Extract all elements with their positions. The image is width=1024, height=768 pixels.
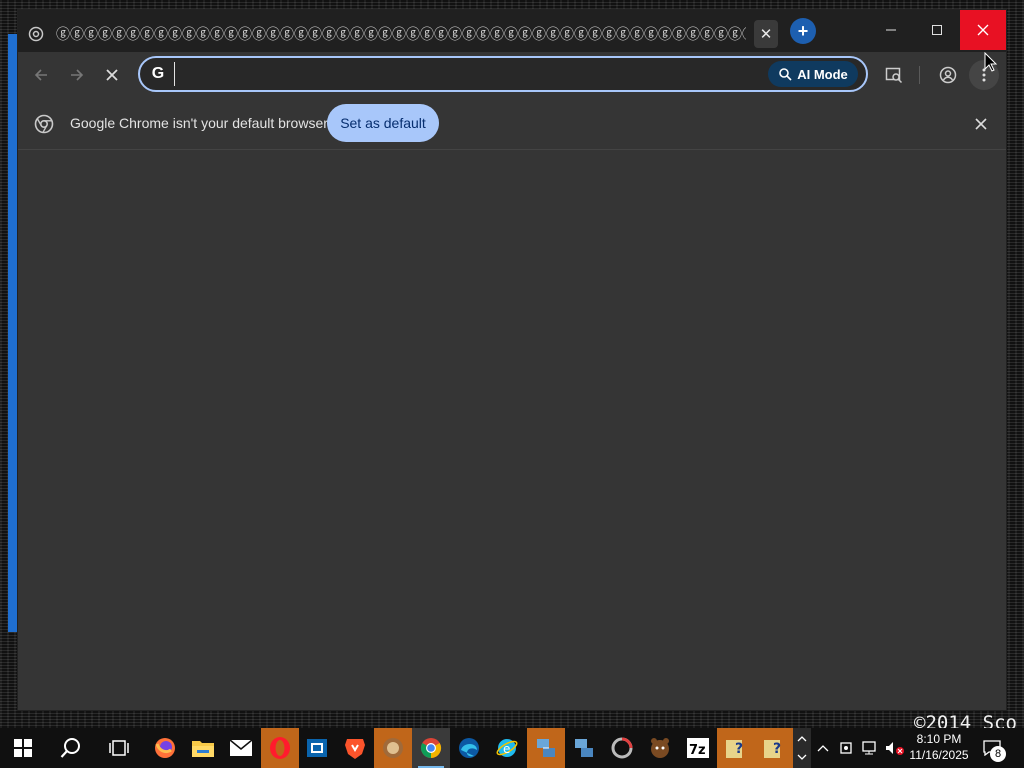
edge-icon	[459, 738, 479, 758]
network-icon	[862, 741, 876, 755]
firefox-icon	[155, 738, 175, 758]
chrome-icon	[34, 114, 54, 134]
fnaf-app[interactable]	[641, 728, 679, 768]
app-icon-2	[611, 737, 633, 759]
7zip-icon: 7z	[687, 738, 709, 758]
opera-app[interactable]	[261, 728, 299, 768]
google-lens-button[interactable]	[879, 60, 909, 90]
arrow-left-icon	[34, 69, 47, 81]
ai-mode-button[interactable]: AI Mode	[768, 61, 858, 87]
ai-search-icon	[779, 68, 792, 81]
mouse-cursor-icon	[984, 52, 998, 72]
stop-icon	[106, 69, 118, 81]
opera-icon	[270, 737, 290, 759]
pinned-app-2[interactable]	[603, 728, 641, 768]
clock-time: 8:10 PM	[916, 732, 962, 746]
chrome-icon	[420, 738, 442, 759]
tab-title: ⓖⓖⓖⓖⓖⓖⓖⓖⓖⓖⓖⓖⓖⓖⓖⓖⓖⓖⓖⓖⓖⓖⓖⓖⓖⓖⓖⓖⓖⓖⓖⓖⓖⓖⓖⓖⓖⓖⓖⓖ…	[56, 26, 746, 42]
tab-active[interactable]: ⓖⓖⓖⓖⓖⓖⓖⓖⓖⓖⓖⓖⓖⓖⓖⓖⓖⓖⓖⓖⓖⓖⓖⓖⓖⓖⓖⓖⓖⓖⓖⓖⓖⓖⓖⓖⓖⓖⓖⓖ…	[18, 16, 780, 52]
maximize-button[interactable]	[914, 10, 960, 50]
chrome-app[interactable]	[412, 728, 450, 768]
ie-icon: e	[496, 739, 518, 757]
svg-text:7z: 7z	[689, 743, 706, 758]
tab-close-button[interactable]: ✕	[754, 20, 778, 48]
tray-clock[interactable]: 8:10 PM 11/16/2025	[908, 731, 970, 763]
7zip-app[interactable]: 7z	[679, 728, 717, 768]
close-icon	[977, 24, 989, 36]
show-hidden-icons-button[interactable]	[813, 738, 833, 758]
help-app-2[interactable]: ?	[755, 728, 793, 768]
arrow-right-icon	[71, 69, 84, 81]
help-icon-2: ?	[764, 740, 781, 758]
infobar-close-button[interactable]	[969, 112, 993, 136]
taskbar: e 7z ? ? 8:10 PM 11/16/2025 8	[0, 728, 1024, 768]
network-app[interactable]	[527, 728, 565, 768]
close-icon	[975, 118, 987, 130]
chevron-updown-icon	[797, 736, 807, 760]
fnaf-icon	[651, 738, 669, 758]
minimize-icon	[886, 29, 896, 31]
new-tab-button[interactable]: +	[790, 18, 816, 44]
brave-icon	[345, 739, 365, 759]
outlook-app[interactable]	[298, 728, 336, 768]
tray-app-button[interactable]	[837, 738, 857, 758]
network-tray-button[interactable]	[861, 738, 881, 758]
clock-date: 11/16/2025	[909, 748, 969, 762]
page-content[interactable]	[18, 151, 1006, 710]
network-app-icon-2	[575, 739, 593, 757]
default-browser-infobar: Google Chrome isn't your default browser…	[18, 98, 1006, 150]
svg-text:?: ?	[735, 741, 743, 757]
stop-loading-button[interactable]	[97, 60, 127, 90]
lens-search-icon	[885, 67, 903, 84]
toolbar-divider	[919, 66, 920, 84]
mail-app[interactable]	[222, 728, 260, 768]
task-view-button[interactable]	[100, 728, 138, 768]
file-explorer-app[interactable]	[184, 728, 222, 768]
close-window-button[interactable]	[960, 10, 1006, 50]
edge-app[interactable]	[450, 728, 488, 768]
minimize-button[interactable]	[868, 10, 914, 50]
outlook-icon	[307, 739, 327, 757]
address-bar[interactable]: G AI Mode	[138, 56, 868, 92]
search-button[interactable]	[52, 728, 90, 768]
mail-icon	[229, 739, 253, 756]
ai-mode-label: AI Mode	[797, 66, 848, 82]
set-as-default-button[interactable]: Set as default	[327, 104, 439, 142]
file-explorer-icon	[192, 741, 214, 757]
network-app-2[interactable]	[565, 728, 603, 768]
tray-app-icon	[840, 742, 852, 754]
tab-strip: ⓖⓖⓖⓖⓖⓖⓖⓖⓖⓖⓖⓖⓖⓖⓖⓖⓖⓖⓖⓖⓖⓖⓖⓖⓖⓖⓖⓖⓖⓖⓖⓖⓖⓖⓖⓖⓖⓖⓖⓖ…	[18, 10, 1006, 52]
back-button[interactable]	[26, 60, 56, 90]
search-icon	[60, 738, 80, 758]
profile-icon	[939, 66, 957, 84]
taskbar-scroll[interactable]	[793, 728, 811, 768]
maximize-icon	[932, 25, 942, 35]
windows-start-icon	[14, 739, 32, 757]
firefox-app[interactable]	[146, 728, 184, 768]
address-input[interactable]	[174, 62, 754, 86]
task-view-icon	[109, 740, 129, 756]
browser-toolbar: G AI Mode	[18, 52, 1006, 98]
google-icon: G	[151, 65, 165, 82]
notification-count-badge: 8	[990, 746, 1006, 762]
forward-button[interactable]	[62, 60, 92, 90]
chevron-up-icon	[817, 745, 829, 752]
background-window-edge	[8, 34, 18, 632]
start-button[interactable]	[4, 728, 42, 768]
tab-favicon-icon	[28, 26, 44, 42]
pinned-app-1[interactable]	[374, 728, 412, 768]
internet-explorer-app[interactable]: e	[488, 728, 526, 768]
help-icon: ?	[726, 740, 743, 758]
profile-button[interactable]	[933, 60, 963, 90]
network-app-icon	[537, 739, 555, 757]
help-app[interactable]: ?	[717, 728, 755, 768]
infobar-message: Google Chrome isn't your default browser	[70, 115, 328, 131]
brave-app[interactable]	[336, 728, 374, 768]
volume-muted-icon	[886, 742, 904, 755]
app-icon	[383, 738, 403, 758]
volume-button[interactable]	[885, 738, 905, 758]
chrome-window: ⓖⓖⓖⓖⓖⓖⓖⓖⓖⓖⓖⓖⓖⓖⓖⓖⓖⓖⓖⓖⓖⓖⓖⓖⓖⓖⓖⓖⓖⓖⓖⓖⓖⓖⓖⓖⓖⓖⓖⓖ…	[18, 10, 1006, 710]
svg-text:e: e	[503, 742, 510, 756]
svg-text:?: ?	[773, 741, 781, 757]
